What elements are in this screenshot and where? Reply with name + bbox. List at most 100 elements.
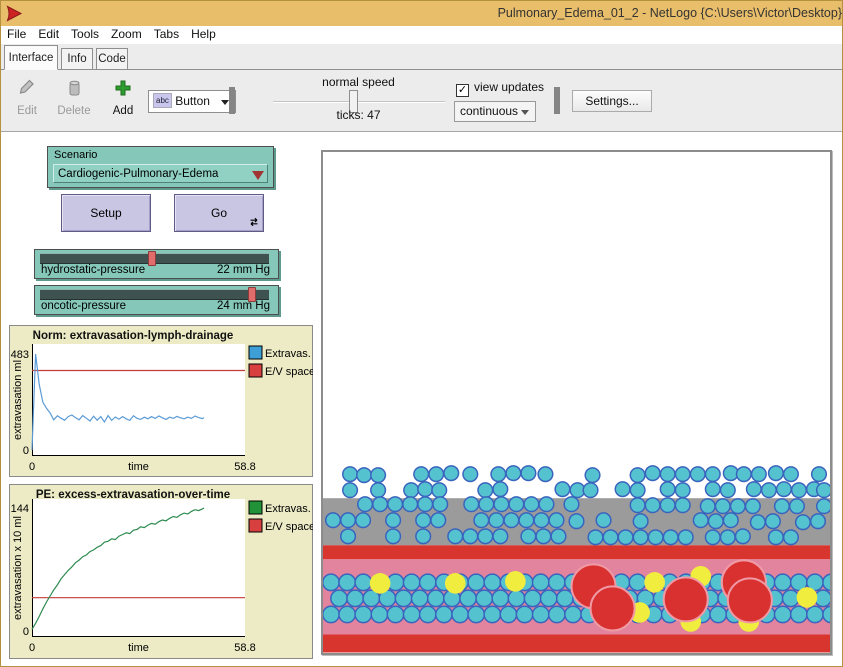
- setup-button[interactable]: Setup: [61, 194, 151, 232]
- go-button[interactable]: Go: [174, 194, 264, 232]
- svg-text:0: 0: [23, 626, 29, 638]
- fluid-cell: [774, 574, 790, 590]
- fluid-cell: [538, 467, 553, 482]
- view-updates-checkbox[interactable]: ✓: [456, 84, 469, 97]
- view-updates-label: view updates: [474, 80, 544, 94]
- view-updates-group: ✓ view updates: [456, 80, 544, 97]
- legend-swatch: [249, 501, 262, 514]
- fluid-cell: [404, 483, 419, 498]
- edit-tool-button[interactable]: Edit: [9, 78, 45, 117]
- fluid-cell: [386, 513, 401, 528]
- fluid-cell: [817, 499, 830, 514]
- fluid-cell: [416, 529, 431, 544]
- leukocyte-cell: [445, 573, 466, 594]
- fluid-cell: [492, 590, 508, 606]
- fluid-cell: [339, 606, 355, 622]
- fluid-cell: [418, 482, 433, 497]
- fluid-cell: [811, 514, 826, 529]
- fluid-cell: [411, 590, 427, 606]
- fluid-cell: [791, 606, 807, 622]
- fluid-cell: [633, 514, 648, 529]
- fluid-cell: [660, 482, 675, 497]
- fluid-cell: [420, 574, 436, 590]
- fluid-cell: [645, 466, 660, 481]
- world-view-graphics: [323, 152, 830, 653]
- fluid-cell: [700, 499, 715, 514]
- tab-interface[interactable]: Interface: [4, 45, 58, 70]
- menu-edit[interactable]: Edit: [32, 26, 65, 42]
- chooser-value[interactable]: Cardiogenic-Pulmonary-Edema: [53, 164, 268, 183]
- speed-slider-track[interactable]: [273, 101, 445, 103]
- fluid-cell: [432, 483, 447, 498]
- fluid-cell: [629, 574, 645, 590]
- fluid-cell: [549, 606, 565, 622]
- fluid-cell: [463, 467, 478, 482]
- update-mode-value: continuous: [460, 104, 518, 118]
- band-capillary-wall-bottom: [323, 634, 830, 652]
- tab-code[interactable]: Code: [96, 48, 128, 70]
- fluid-cell: [549, 574, 565, 590]
- fluid-cell: [796, 515, 811, 530]
- fluid-cell: [792, 483, 807, 498]
- slider-hydrostatic-pressure[interactable]: hydrostatic-pressure22 mm Hg: [34, 249, 279, 279]
- slider-label: hydrostatic-pressure: [41, 264, 145, 276]
- fluid-cell: [395, 590, 411, 606]
- fluid-cell: [463, 529, 478, 544]
- fluid-cell: [747, 482, 762, 497]
- fluid-cell: [524, 497, 539, 512]
- fluid-cell: [618, 530, 633, 545]
- add-widget-button[interactable]: Add: [104, 78, 142, 117]
- menu-file[interactable]: File: [1, 26, 32, 42]
- fluid-cell: [420, 606, 436, 622]
- menu-zoom[interactable]: Zoom: [105, 26, 148, 42]
- fluid-cell: [489, 513, 504, 528]
- fluid-cell: [720, 530, 735, 545]
- slider-value: 24 mm Hg: [217, 300, 270, 312]
- svg-text:extravasation x 10 ml: extravasation x 10 ml: [12, 516, 24, 620]
- fluid-cell: [373, 497, 388, 512]
- leukocyte-cell: [505, 571, 526, 592]
- fluid-cell: [533, 606, 549, 622]
- fluid-cell: [358, 497, 373, 512]
- fluid-cell: [436, 606, 452, 622]
- fluid-cell: [751, 515, 766, 530]
- fluid-cell: [347, 590, 363, 606]
- delete-tool-button[interactable]: Delete: [51, 78, 97, 117]
- fluid-cell: [737, 467, 752, 482]
- fluid-cell: [615, 482, 630, 497]
- scenario-chooser[interactable]: Scenario Cardiogenic-Pulmonary-Edema: [47, 146, 274, 188]
- red-blood-cell: [728, 578, 772, 622]
- fluid-cell: [555, 482, 570, 497]
- fluid-cell: [678, 530, 693, 545]
- legend-label: Extravas.: [265, 348, 311, 360]
- slider-handle[interactable]: [148, 251, 156, 266]
- tab-bar: InterfaceInfoCode: [1, 44, 843, 70]
- fluid-cell: [630, 498, 645, 513]
- fluid-cell: [675, 483, 690, 498]
- title-bar: Pulmonary_Edema_01_2 - NetLogo {C:\Users…: [1, 1, 843, 26]
- fluid-cell: [326, 513, 341, 528]
- menu-tabs[interactable]: Tabs: [148, 26, 185, 42]
- leukocyte-cell: [797, 587, 818, 608]
- menu-tools[interactable]: Tools: [65, 26, 105, 42]
- speed-slider-label: normal speed: [301, 75, 416, 89]
- update-mode-dropdown[interactable]: continuous: [454, 101, 536, 122]
- fluid-cell: [817, 483, 830, 498]
- settings-button[interactable]: Settings...: [572, 90, 652, 112]
- fluid-cell: [357, 468, 372, 483]
- slider-track: [40, 289, 269, 300]
- menu-help[interactable]: Help: [185, 26, 222, 42]
- fluid-cell: [588, 530, 603, 545]
- widget-type-dropdown[interactable]: abc Button: [148, 90, 236, 113]
- tab-info[interactable]: Info: [61, 48, 93, 70]
- plot-title: Norm: extravasation-lymph-drainage: [33, 330, 234, 342]
- fluid-cell: [429, 467, 444, 482]
- fluid-cell: [777, 482, 792, 497]
- svg-text:58.8: 58.8: [234, 461, 255, 473]
- fluid-cell: [731, 499, 746, 514]
- fluid-cell: [774, 606, 790, 622]
- fluid-cell: [603, 530, 618, 545]
- slider-oncotic-pressure[interactable]: oncotic-pressure24 mm Hg: [34, 285, 279, 315]
- fluid-cell: [493, 482, 508, 497]
- fluid-cell: [534, 513, 549, 528]
